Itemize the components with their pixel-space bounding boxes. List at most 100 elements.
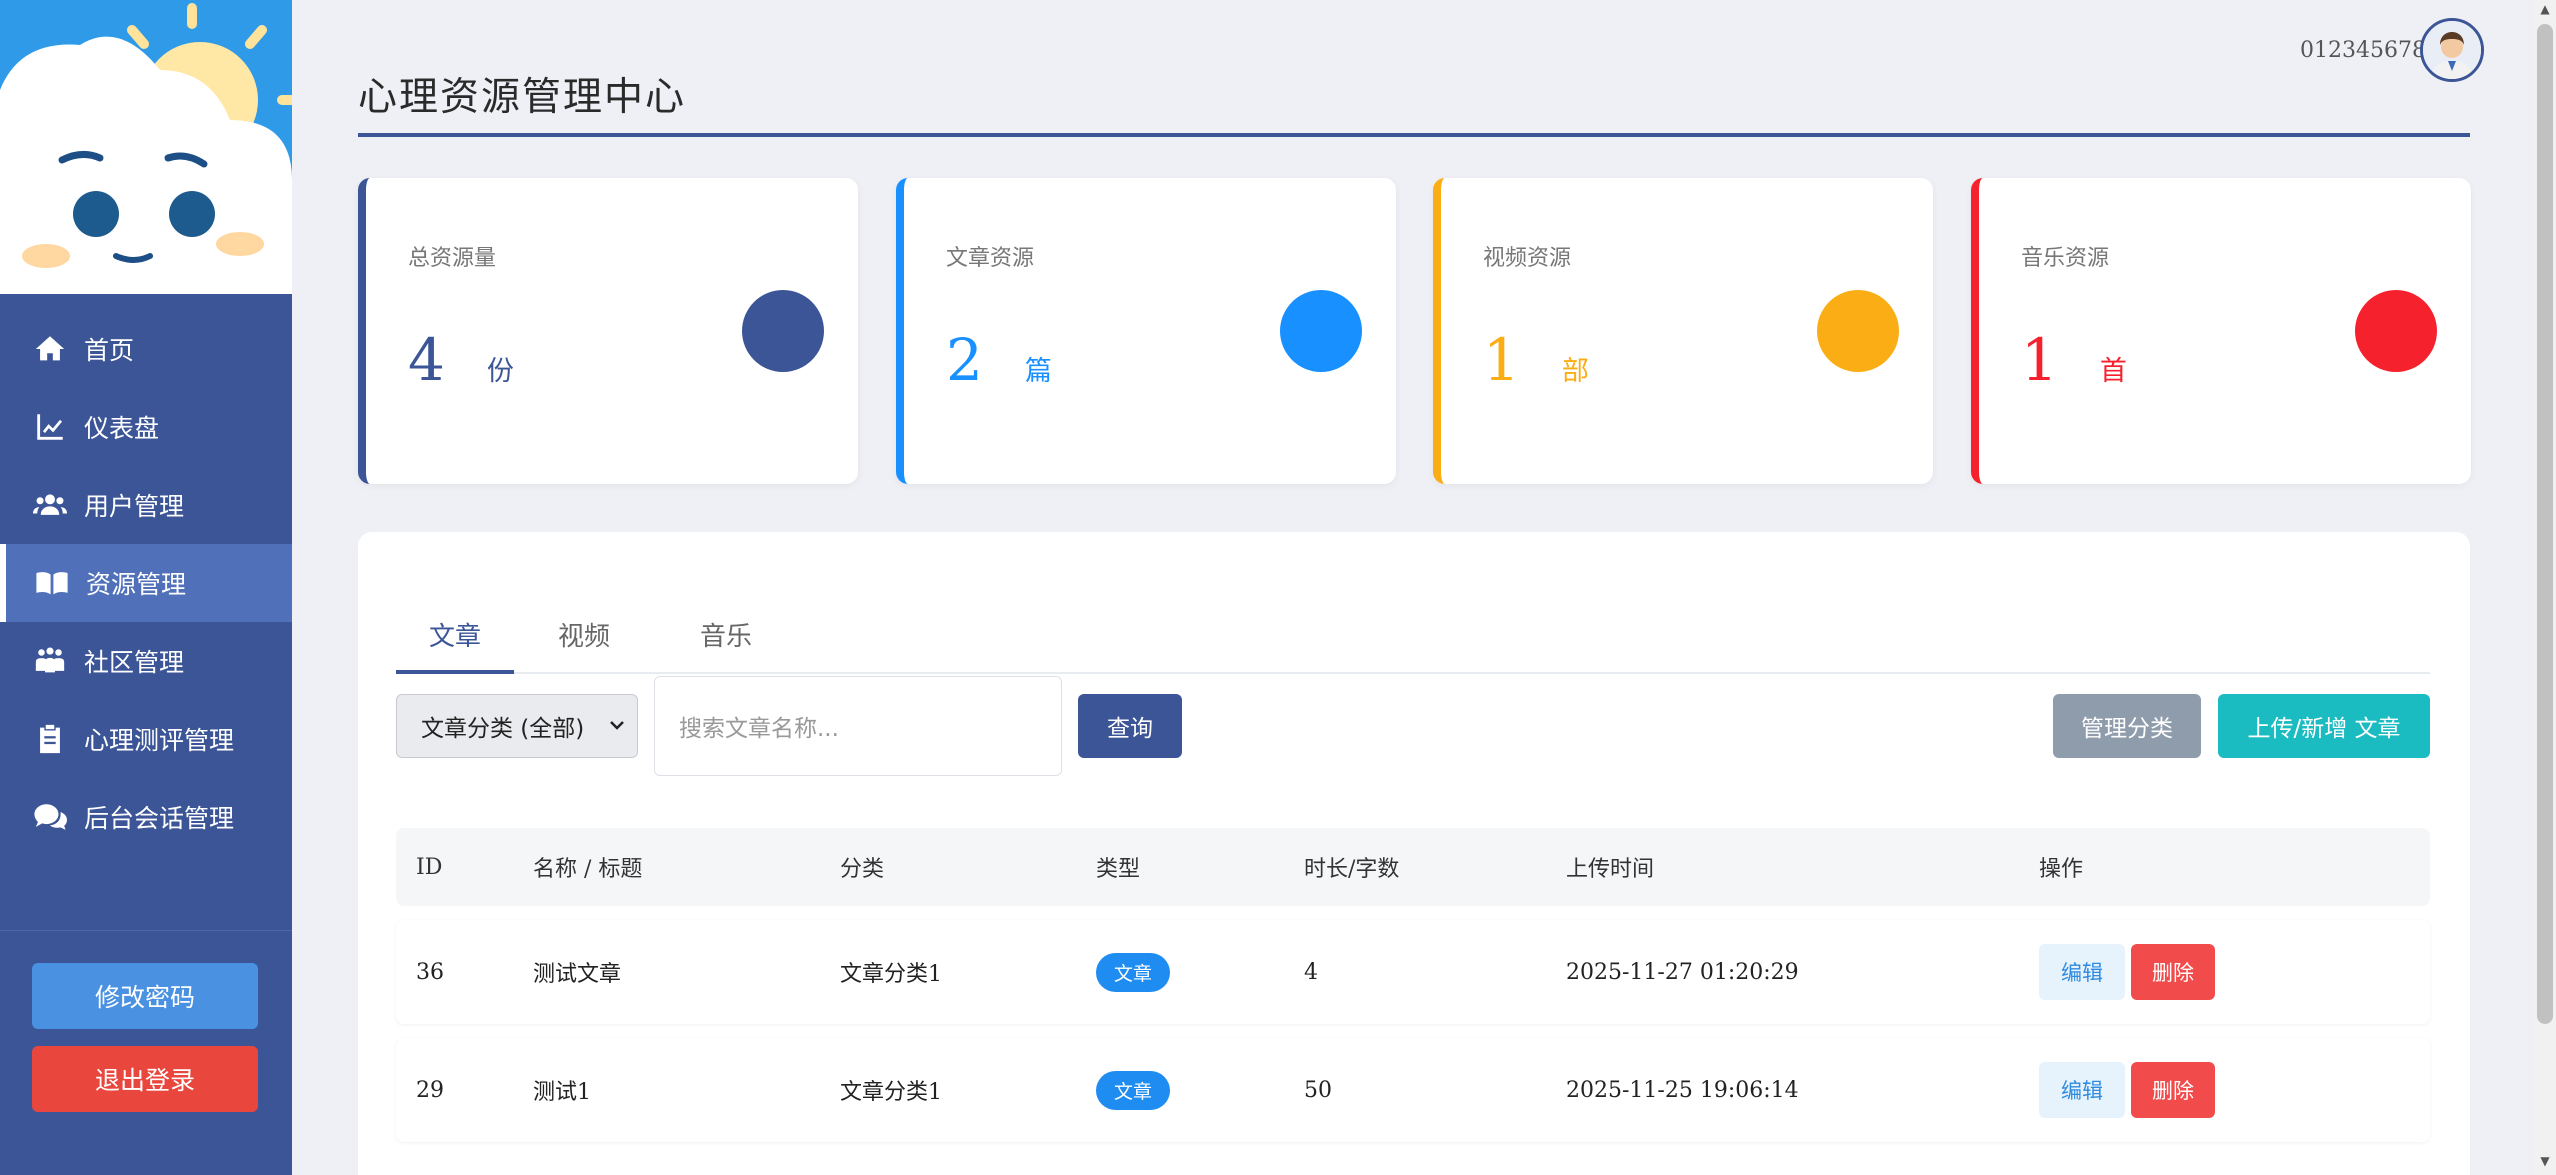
cell-time: 2025-11-25 19:06:14 [1566, 1077, 1799, 1103]
table-header: ID 名称 / 标题 分类 类型 时长/字数 上传时间 操作 [396, 828, 2430, 906]
sidebar-item-label: 社区管理 [84, 648, 185, 677]
cell-name: 测试1 [533, 1080, 591, 1105]
stat-card-video: 视频资源 1 部 [1433, 178, 1933, 484]
cell-actions: 编辑 删除 [2039, 920, 2215, 1024]
stat-unit: 篇 [1024, 356, 1052, 387]
type-badge: 文章 [1096, 1070, 1171, 1110]
users-icon [30, 485, 70, 525]
stat-label: 总资源量 [408, 246, 497, 271]
delete-button[interactable]: 删除 [2131, 944, 2215, 1000]
sidebar-item-dashboard[interactable]: 仪表盘 [0, 388, 292, 466]
cell-type: 文章 [1096, 920, 1171, 1024]
search-input[interactable]: 搜索文章名称... [654, 676, 1062, 776]
sidebar-item-label: 仪表盘 [84, 414, 160, 443]
stat-value-group: 4 份 [408, 326, 514, 394]
avatar[interactable] [2420, 18, 2484, 82]
column-header: 分类 [840, 857, 885, 882]
sidebar-item-label: 后台会话管理 [84, 804, 235, 833]
mascot-logo [0, 0, 292, 294]
stat-value: 4 [408, 326, 445, 394]
sidebar-item-community[interactable]: 社区管理 [0, 622, 292, 700]
tab-article[interactable]: 文章 [396, 584, 514, 674]
sidebar-item-label: 用户管理 [84, 492, 185, 521]
cell-length: 4 [1304, 959, 1318, 985]
stat-dot-icon [2355, 290, 2437, 372]
home-icon [30, 329, 70, 369]
cell-id: 29 [416, 1077, 444, 1103]
sidebar-item-sessions[interactable]: 后台会话管理 [0, 778, 292, 856]
cell-actions: 编辑 删除 [2039, 1038, 2215, 1142]
column-header: 操作 [2039, 857, 2084, 882]
resource-tabs: 文章 视频 音乐 [396, 584, 2430, 674]
sidebar-divider [0, 930, 292, 931]
stat-card-article: 文章资源 2 篇 [896, 178, 1396, 484]
resource-panel: 文章 视频 音乐 文章分类 (全部) 搜索文章名称... 查询 管理分类 上传/… [358, 532, 2470, 1175]
community-icon [30, 641, 70, 681]
title-underline [358, 133, 2470, 137]
stat-card-total: 总资源量 4 份 [358, 178, 858, 484]
query-button[interactable]: 查询 [1078, 694, 1182, 758]
delete-button[interactable]: 删除 [2131, 1062, 2215, 1118]
column-header: 上传时间 [1566, 857, 1655, 882]
tab-music[interactable]: 音乐 [676, 584, 776, 674]
page-title: 心理资源管理中心 [358, 75, 687, 120]
category-select[interactable]: 文章分类 (全部) [396, 694, 638, 758]
edit-button[interactable]: 编辑 [2039, 1062, 2125, 1118]
stat-dot-icon [1817, 290, 1899, 372]
column-header: 名称 / 标题 [533, 857, 643, 882]
scroll-down-icon[interactable]: ▼ [2536, 1154, 2554, 1172]
stat-card-music: 音乐资源 1 首 [1971, 178, 2471, 484]
stat-dot-icon [1280, 290, 1362, 372]
cell-category: 文章分类1 [840, 962, 942, 987]
chevron-down-icon [607, 715, 627, 741]
sidebar-item-assessment[interactable]: 心理测评管理 [0, 700, 292, 778]
stat-value-group: 1 首 [2021, 326, 2127, 394]
column-header: ID [416, 854, 443, 880]
stat-value: 1 [2021, 326, 2058, 394]
table-row: 36 测试文章 文章分类1 文章 4 2025-11-27 01:20:29 编… [396, 920, 2430, 1024]
change-password-button[interactable]: 修改密码 [32, 963, 258, 1029]
stat-value: 2 [946, 326, 983, 394]
logout-button[interactable]: 退出登录 [32, 1046, 258, 1112]
sidebar-item-label: 资源管理 [86, 570, 187, 599]
column-header: 时长/字数 [1304, 857, 1400, 882]
table-row: 29 测试1 文章分类1 文章 50 2025-11-25 19:06:14 编… [396, 1038, 2430, 1142]
sidebar-item-label: 心理测评管理 [84, 726, 235, 755]
stat-value-group: 1 部 [1483, 326, 1589, 394]
stat-label: 文章资源 [946, 246, 1035, 271]
sidebar-item-users[interactable]: 用户管理 [0, 466, 292, 544]
cell-category: 文章分类1 [840, 1080, 942, 1105]
cell-type: 文章 [1096, 1038, 1171, 1142]
column-header: 类型 [1096, 857, 1141, 882]
book-icon [32, 563, 72, 603]
sidebar: 首页 仪表盘 用户管理 资源管理 社区管理 心理测评管理 后台会话管理 修改密码… [0, 0, 292, 1175]
stat-label: 音乐资源 [2021, 246, 2110, 271]
sidebar-item-resources[interactable]: 资源管理 [0, 544, 292, 622]
upload-article-button[interactable]: 上传/新增 文章 [2218, 694, 2430, 758]
stat-dot-icon [742, 290, 824, 372]
manage-category-button[interactable]: 管理分类 [2053, 694, 2201, 758]
stat-label: 视频资源 [1483, 246, 1572, 271]
scrollbar-thumb[interactable] [2537, 24, 2553, 1024]
tab-video[interactable]: 视频 [534, 584, 634, 674]
sidebar-item-home[interactable]: 首页 [0, 310, 292, 388]
stat-unit: 首 [2099, 356, 2127, 387]
cell-length: 50 [1304, 1077, 1332, 1103]
stat-value: 1 [1483, 326, 1520, 394]
cell-time: 2025-11-27 01:20:29 [1566, 959, 1799, 985]
sidebar-nav: 首页 仪表盘 用户管理 资源管理 社区管理 心理测评管理 后台会话管理 [0, 310, 292, 856]
cell-name: 测试文章 [533, 962, 622, 987]
cell-id: 36 [416, 959, 444, 985]
edit-button[interactable]: 编辑 [2039, 944, 2125, 1000]
stat-unit: 份 [486, 356, 514, 387]
sidebar-item-label: 首页 [84, 336, 135, 365]
type-badge: 文章 [1096, 952, 1171, 992]
category-select-value: 文章分类 (全部) [421, 716, 585, 742]
scroll-up-icon[interactable]: ▲ [2536, 2, 2554, 20]
chart-line-icon [30, 407, 70, 447]
stat-unit: 部 [1561, 356, 1589, 387]
stat-value-group: 2 篇 [946, 326, 1052, 394]
user-id: 012345678 [2300, 38, 2426, 63]
comments-icon [30, 797, 70, 837]
clipboard-icon [30, 719, 70, 759]
